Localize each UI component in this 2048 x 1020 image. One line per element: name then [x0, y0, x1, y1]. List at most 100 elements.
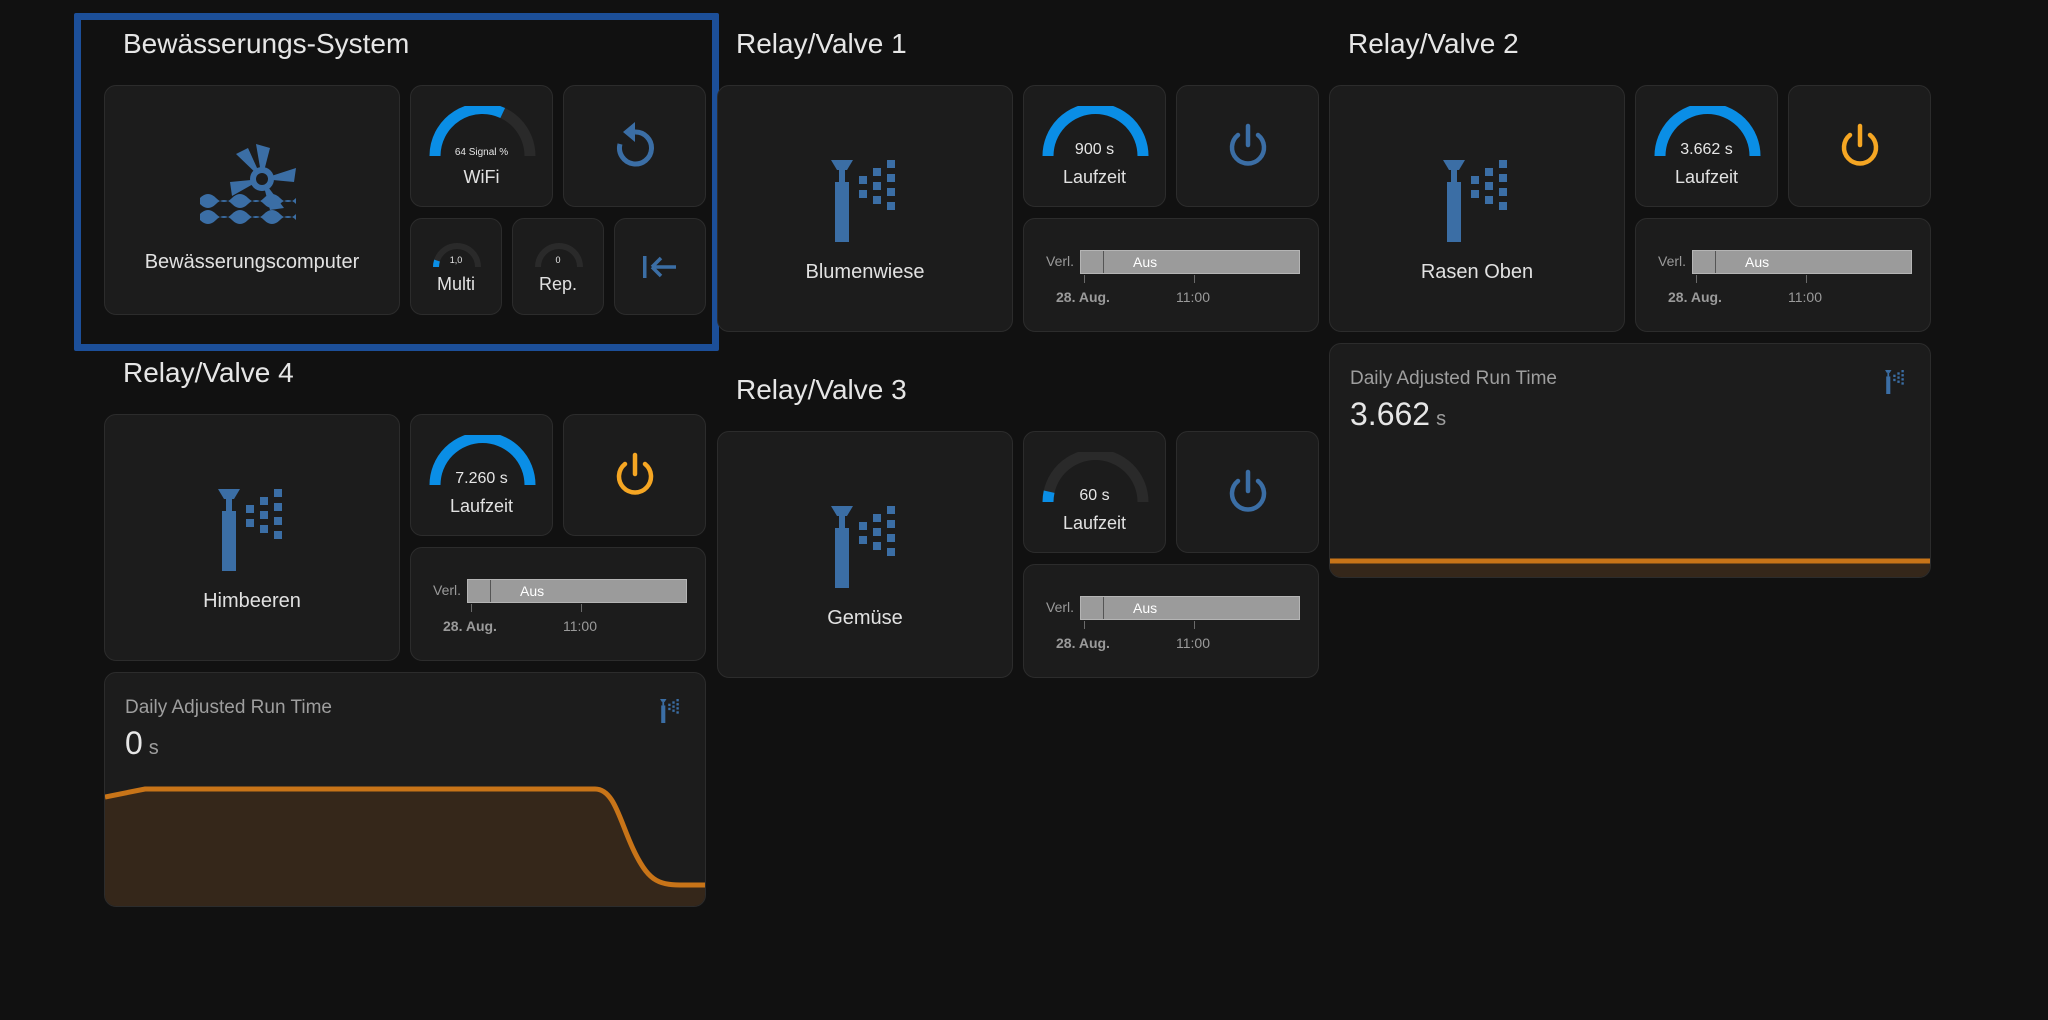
sensor-graph-line [105, 786, 705, 906]
history-state-bar: Aus [1080, 596, 1300, 620]
history-row-label: Verl. [1658, 253, 1687, 269]
history-tick [581, 604, 582, 612]
sensor-value: 0s [125, 725, 159, 762]
history-tick [1696, 275, 1697, 283]
valve-2-tile[interactable]: Rasen Oben [1329, 85, 1625, 332]
valve-1-history-card[interactable]: Verl. Aus 28. Aug. 11:00 [1023, 218, 1319, 332]
section-title-valve-1: Relay/Valve 1 [736, 28, 907, 59]
valve-3-label: Gemüse [827, 607, 903, 629]
wifi-gauge-label: WiFi [463, 167, 500, 187]
sprinkler-icon [831, 506, 895, 588]
history-axis-date: 28. Aug. [1668, 289, 1722, 305]
valve-3-runtime-tile[interactable]: 60 s Laufzeit [1023, 431, 1166, 553]
valve-1-power-button[interactable] [1176, 85, 1319, 207]
restart-icon [616, 122, 654, 167]
history-row-label: Verl. [1046, 253, 1075, 269]
valve-2-runtime-tile[interactable]: 3.662 s Laufzeit [1635, 85, 1778, 207]
history-axis-date: 28. Aug. [1056, 289, 1110, 305]
history-axis-date: 28. Aug. [1056, 635, 1110, 651]
valve-3-history-card[interactable]: Verl. Aus 28. Aug. 11:00 [1023, 564, 1319, 678]
valve-4-tile[interactable]: Himbeeren [104, 414, 400, 661]
rep-gauge-label: Rep. [538, 274, 578, 294]
power-icon [1229, 123, 1266, 166]
valve-3-power-button[interactable] [1176, 431, 1319, 553]
valve-4-power-button[interactable] [563, 414, 706, 536]
history-row-label: Verl. [433, 582, 462, 598]
history-tick [1806, 275, 1807, 283]
sensor-title: Daily Adjusted Run Time [1350, 368, 1557, 389]
valve-1-runtime-tile[interactable]: 900 s Laufzeit [1023, 85, 1166, 207]
section-title-valve-3: Relay/Valve 3 [736, 374, 907, 405]
history-state-bar: Aus [1080, 250, 1300, 274]
power-icon [616, 452, 653, 495]
sprinkler-small-icon [1885, 370, 1904, 394]
valve-2-daily-runtime-card[interactable]: Daily Adjusted Run Time 3.662 s [1329, 343, 1931, 578]
arrow-collapse-left-icon [643, 255, 676, 278]
sensor-value-number: 3.662 [1350, 396, 1431, 432]
valve-3-runtime-label: Laufzeit [1062, 513, 1127, 533]
valve-1-tile[interactable]: Blumenwiese [717, 85, 1013, 332]
wifi-gauge-tile[interactable]: 64 Signal % WiFi [410, 85, 553, 207]
sprinkler-icon [1443, 160, 1507, 242]
valve-4-label: Himbeeren [203, 590, 301, 612]
history-tick [1084, 275, 1085, 283]
history-axis-date: 28. Aug. [443, 618, 497, 634]
history-state-text: Aus [1133, 254, 1158, 270]
history-state-text: Aus [520, 583, 545, 599]
power-icon [1841, 123, 1878, 166]
history-axis-time: 11:00 [1176, 635, 1210, 651]
rep-gauge-tile[interactable]: 0 Rep. [512, 218, 604, 315]
sensor-title: Daily Adjusted Run Time [125, 697, 332, 718]
main-device-tile[interactable]: Bewässerungscomputer [104, 85, 400, 315]
valve-4-runtime-tile[interactable]: 7.260 s Laufzeit [410, 414, 553, 536]
history-tick [471, 604, 472, 612]
history-axis-time: 11:00 [1788, 289, 1822, 305]
valve-4-history-card[interactable]: Verl. Aus 28. Aug. 11:00 [410, 547, 706, 661]
history-tick [1194, 275, 1195, 283]
wifi-gauge-value: 64 Signal % [454, 147, 509, 158]
valve-4-daily-runtime-card[interactable]: Daily Adjusted Run Time 0s [104, 672, 706, 907]
power-icon [1229, 469, 1266, 512]
sensor-value-unit: s [148, 737, 159, 759]
history-state-text: Aus [1745, 254, 1770, 270]
section-title-valve-2: Relay/Valve 2 [1348, 28, 1519, 59]
section-title-valve-4: Relay/Valve 4 [123, 357, 294, 388]
valve-2-runtime-label: Laufzeit [1674, 167, 1739, 187]
history-state-text: Aus [1133, 600, 1158, 616]
history-segment-divider [490, 580, 491, 602]
restart-button[interactable] [563, 85, 706, 207]
valve-1-label: Blumenwiese [805, 261, 925, 283]
valve-1-runtime-label: Laufzeit [1062, 167, 1127, 187]
sprinkler-icon [218, 489, 282, 571]
history-axis-time: 11:00 [563, 618, 597, 634]
history-axis-time: 11:00 [1176, 289, 1210, 305]
valve-2-runtime-value: 3.662 s [1680, 141, 1733, 158]
valve-3-runtime-value: 60 s [1079, 487, 1110, 504]
history-state-bar: Aus [467, 579, 687, 603]
multi-gauge-tile[interactable]: 1,0 Multi [410, 218, 502, 315]
collapse-button[interactable] [614, 218, 706, 315]
sensor-value-unit: s [1436, 408, 1447, 430]
history-segment-divider [1103, 251, 1104, 273]
valve-2-history-card[interactable]: Verl. Aus 28. Aug. 11:00 [1635, 218, 1931, 332]
valve-4-runtime-label: Laufzeit [449, 496, 514, 516]
valve-3-tile[interactable]: Gemüse [717, 431, 1013, 678]
history-segment-divider [1103, 597, 1104, 619]
sensor-value: 3.662 s [1350, 396, 1446, 433]
rep-gauge-value: 0 [555, 255, 561, 265]
valve-2-label: Rasen Oben [1420, 261, 1534, 283]
sensor-graph-line [1330, 558, 1930, 577]
valve-4-runtime-value: 7.260 s [455, 470, 508, 487]
valve-2-power-button[interactable] [1788, 85, 1931, 207]
history-tick [1194, 621, 1195, 629]
main-device-label: Bewässerungscomputer [144, 251, 360, 273]
history-segment-divider [1715, 251, 1716, 273]
water-pump-icon [200, 144, 296, 224]
history-row-label: Verl. [1046, 599, 1075, 615]
history-tick [1084, 621, 1085, 629]
section-title-system: Bewässerungs-System [123, 28, 410, 59]
sensor-value-number: 0 [125, 725, 143, 761]
valve-1-runtime-value: 900 s [1074, 141, 1115, 158]
history-state-bar: Aus [1692, 250, 1912, 274]
multi-gauge-value: 1,0 [449, 255, 463, 265]
